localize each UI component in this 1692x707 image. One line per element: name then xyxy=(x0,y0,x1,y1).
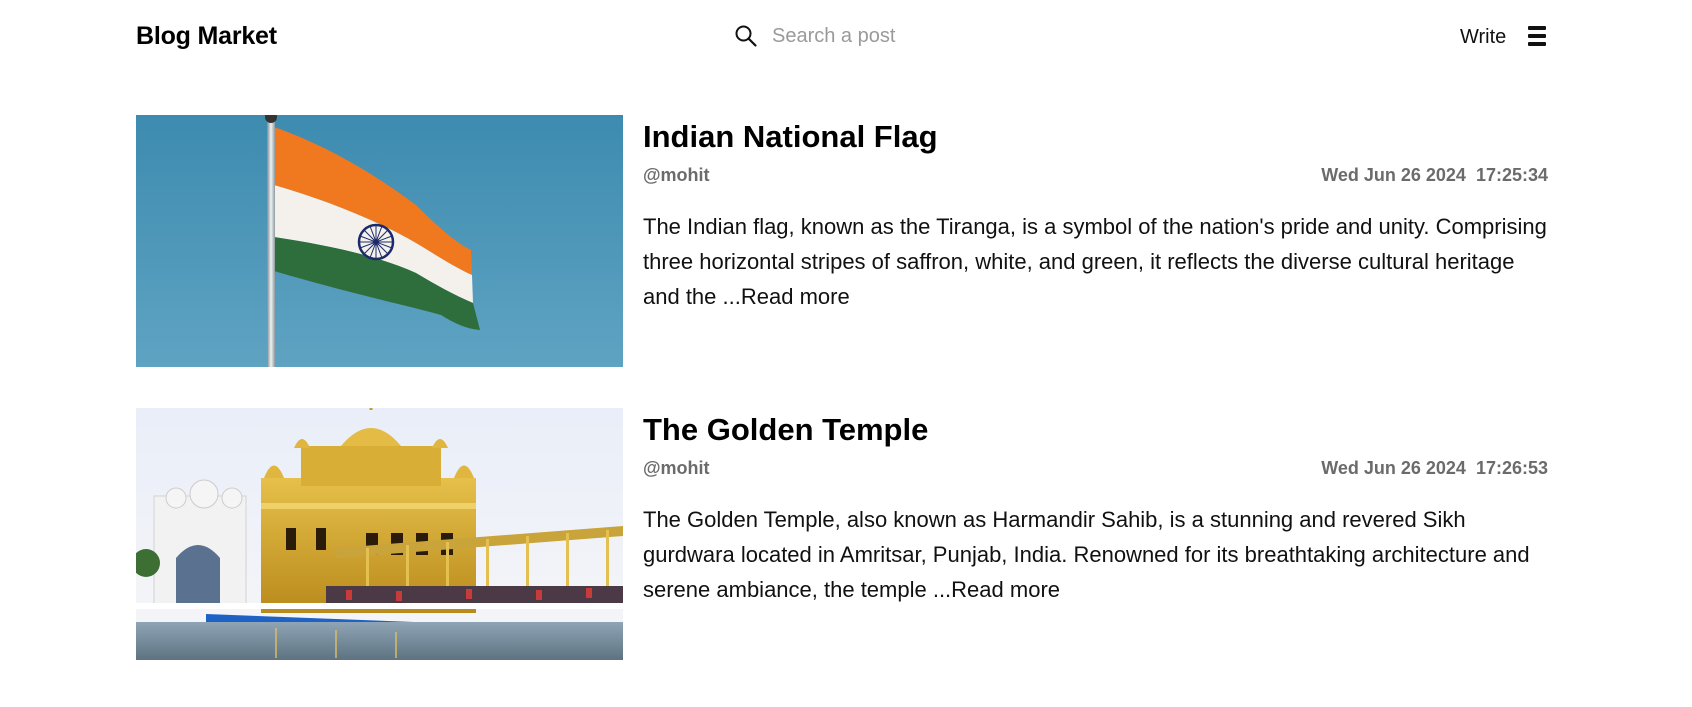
post-excerpt: The Indian flag, known as the Tiranga, i… xyxy=(643,209,1548,314)
post-meta: @mohit Wed Jun 26 2024 17:26:53 xyxy=(643,458,1548,482)
search-bar xyxy=(734,24,992,48)
read-more-link[interactable]: Read more xyxy=(951,577,1060,602)
post-date: Wed Jun 26 2024 17:26:53 xyxy=(1321,458,1548,478)
search-icon[interactable] xyxy=(734,24,758,48)
post-content: The Golden Temple @mohit Wed Jun 26 2024… xyxy=(643,408,1548,607)
brand-logo[interactable]: Blog Market xyxy=(136,22,277,51)
post-thumbnail-golden-temple[interactable] xyxy=(136,408,623,660)
write-link[interactable]: Write xyxy=(1460,26,1506,49)
post-thumbnail-flag[interactable] xyxy=(136,115,623,367)
read-more-link[interactable]: Read more xyxy=(741,284,850,309)
post-card: The Golden Temple @mohit Wed Jun 26 2024… xyxy=(136,408,1548,660)
post-author[interactable]: @mohit xyxy=(643,165,710,186)
flag-image xyxy=(136,115,623,367)
post-excerpt: The Golden Temple, also known as Harmand… xyxy=(643,502,1548,607)
post-author[interactable]: @mohit xyxy=(643,458,710,479)
golden-temple-image xyxy=(136,408,623,660)
search-input[interactable] xyxy=(772,24,992,48)
post-title[interactable]: Indian National Flag xyxy=(643,115,1548,159)
ashoka-chakra-icon xyxy=(357,223,395,261)
post-date: Wed Jun 26 2024 17:25:34 xyxy=(1321,165,1548,185)
post-card: Indian National Flag @mohit Wed Jun 26 2… xyxy=(136,115,1548,367)
post-meta: @mohit Wed Jun 26 2024 17:25:34 xyxy=(643,165,1548,189)
top-navbar: Blog Market Write xyxy=(0,0,1692,76)
post-content: Indian National Flag @mohit Wed Jun 26 2… xyxy=(643,115,1548,314)
hamburger-menu-icon[interactable] xyxy=(1528,26,1546,46)
post-excerpt-text: The Golden Temple, also known as Harmand… xyxy=(643,507,1530,602)
post-title[interactable]: The Golden Temple xyxy=(643,408,1548,452)
